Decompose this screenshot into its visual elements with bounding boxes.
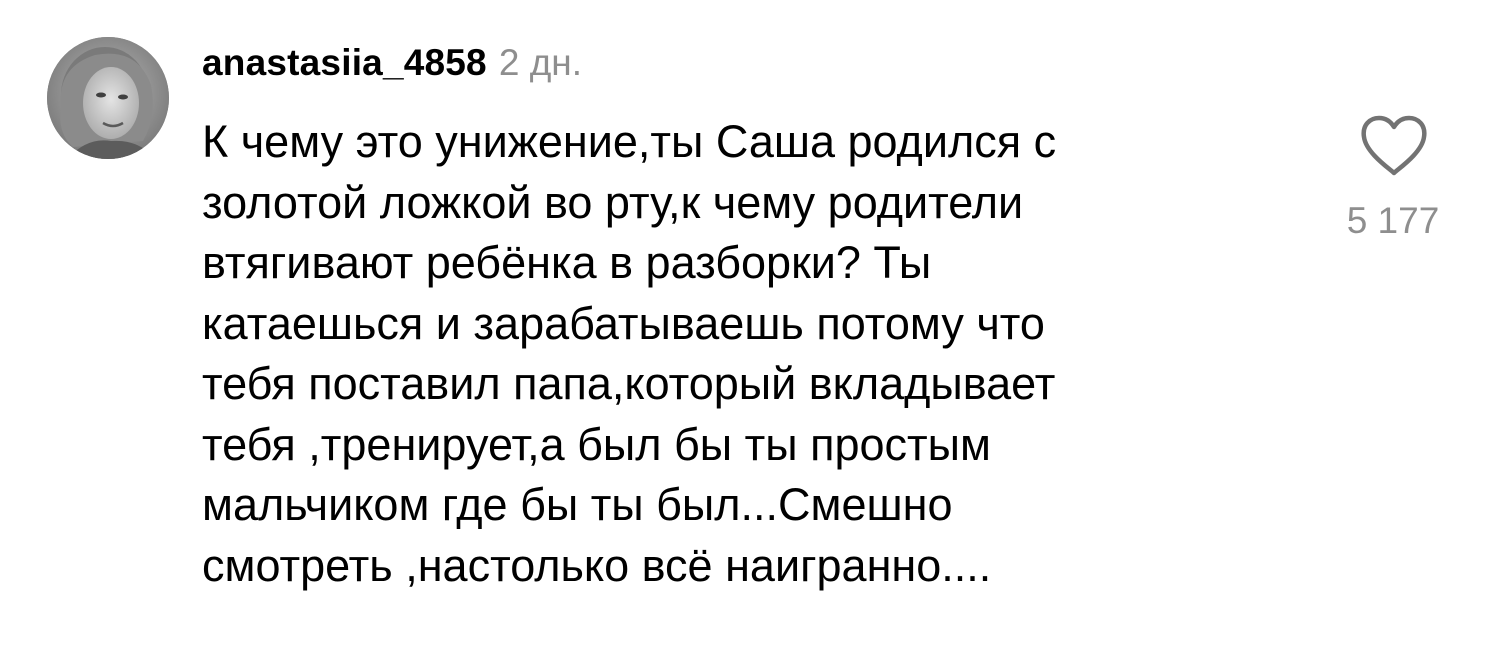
avatar-photo-icon bbox=[47, 37, 169, 159]
like-count: 5 177 bbox=[1346, 200, 1440, 241]
comment-text-line: катаешься и зарабатываешь потому что bbox=[202, 297, 1045, 349]
comment-text-line: мальчиком где бы ты был...Смешно bbox=[202, 479, 953, 530]
like-button[interactable] bbox=[1360, 115, 1428, 177]
username-link[interactable]: anastasiia_4858 bbox=[202, 42, 487, 84]
comment-text-line: тебя ,тренирует,а был бы ты простым bbox=[202, 418, 991, 470]
comment-item: anastasiia_4858 2 дн. К чему это унижени… bbox=[0, 0, 1500, 653]
comment-text-line: втягивают ребёнка в разборки? Ты bbox=[202, 237, 932, 288]
comment-text-line: золотой ложкой во рту,к чему родители bbox=[202, 176, 1024, 228]
user-avatar[interactable] bbox=[47, 37, 169, 159]
comment-text: К чему это унижение,ты Саша родился с зо… bbox=[202, 112, 1282, 596]
comment-text-line: смотреть ,настолько всё наигранно.... bbox=[202, 539, 992, 591]
heart-outline-icon bbox=[1361, 115, 1427, 176]
comment-header: anastasiia_4858 2 дн. bbox=[202, 42, 582, 92]
comment-text-line: К чему это унижение,ты Саша родился с bbox=[202, 116, 1057, 167]
comment-text-line: тебя поставил папа,который вкладывает bbox=[202, 358, 1056, 409]
comment-timestamp[interactable]: 2 дн. bbox=[499, 42, 582, 84]
